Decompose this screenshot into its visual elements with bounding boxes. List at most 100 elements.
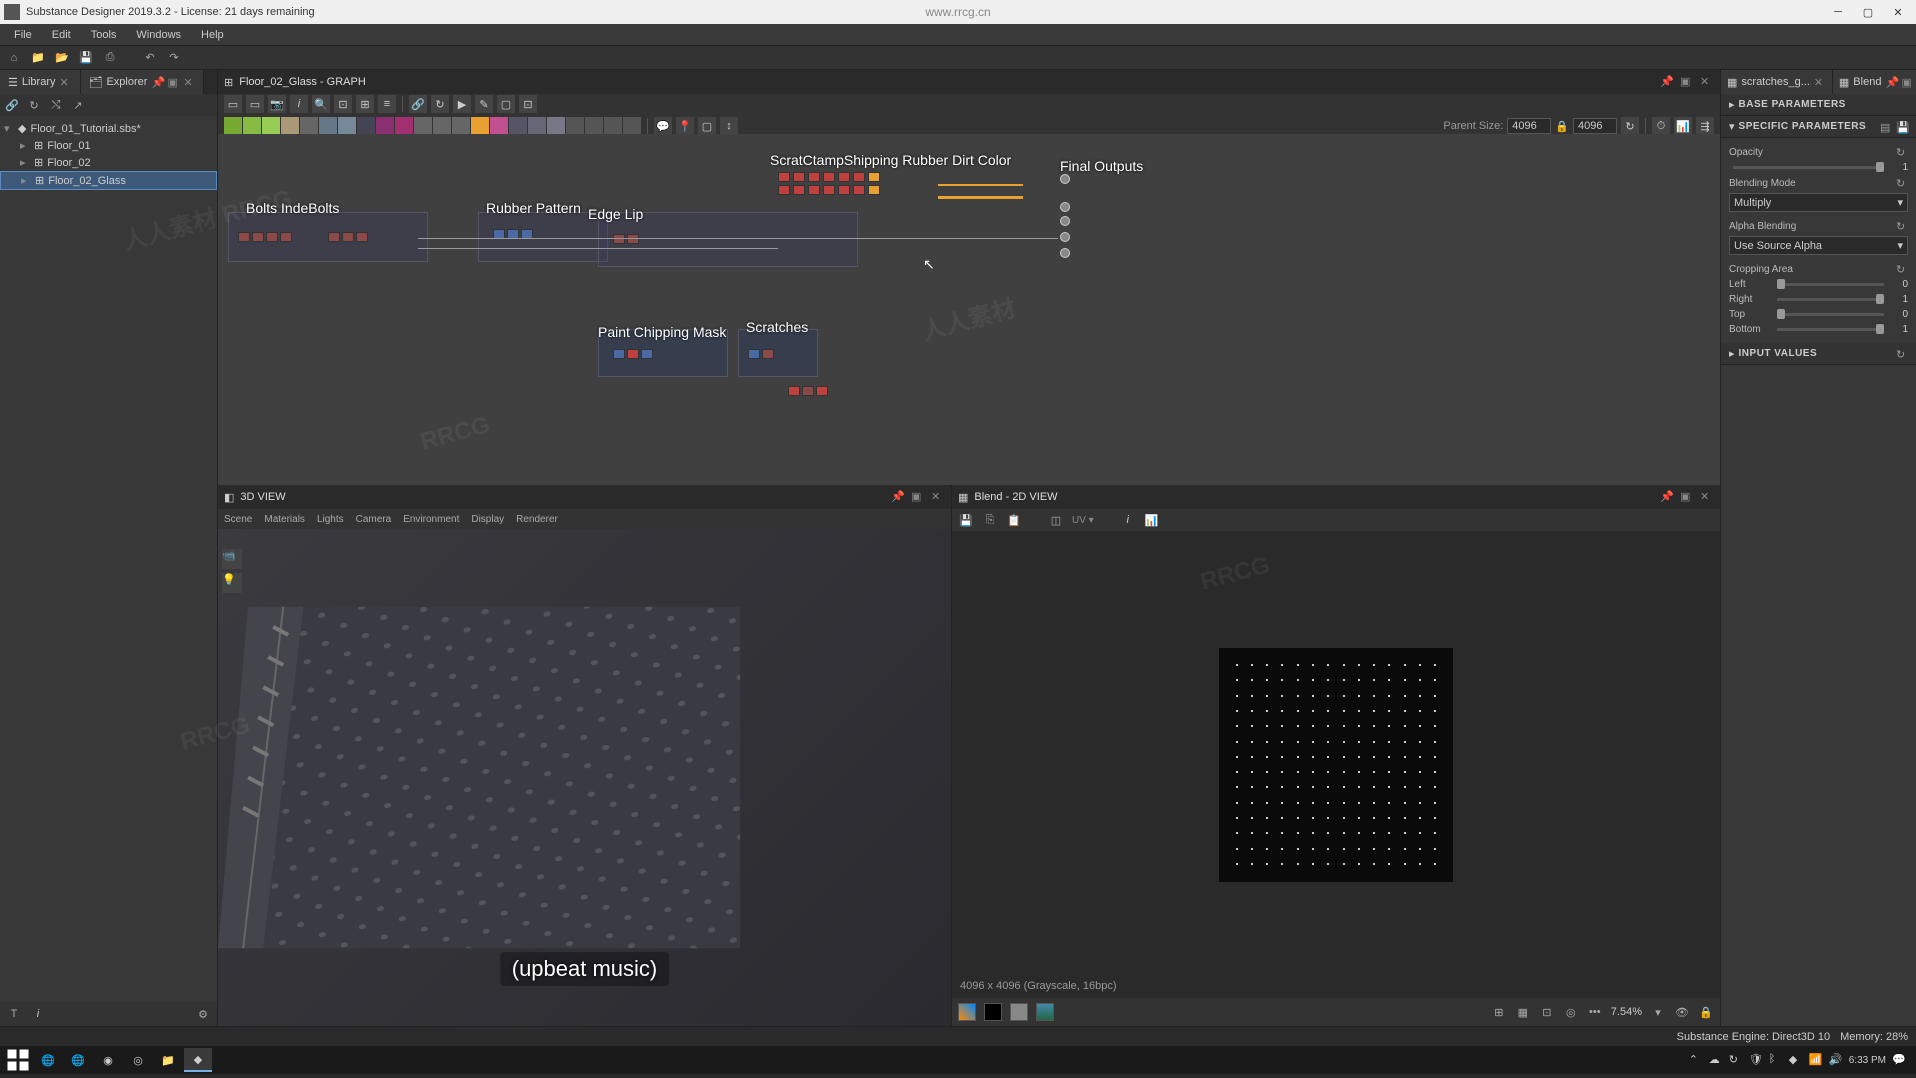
crop-top-slider[interactable]: [1777, 313, 1884, 316]
repeat-icon[interactable]: •••: [1587, 1004, 1603, 1020]
palette-output[interactable]: [547, 117, 565, 135]
library-tab[interactable]: ☰ Library ✕: [0, 70, 81, 94]
menu-tools[interactable]: Tools: [81, 27, 127, 43]
menu-windows[interactable]: Windows: [126, 27, 191, 43]
tray-vol-icon[interactable]: 🔊: [1829, 1053, 1843, 1067]
close-tab[interactable]: ✕: [1814, 76, 1826, 89]
open-icon[interactable]: 📁: [30, 50, 46, 66]
tray-up-icon[interactable]: ⌃: [1689, 1053, 1703, 1067]
pin-icon[interactable]: 📌: [1660, 490, 1674, 504]
tray-net-icon[interactable]: 📶: [1809, 1053, 1823, 1067]
fit-icon[interactable]: ⊡: [334, 95, 352, 113]
zoom-icon[interactable]: 🔍: [312, 95, 330, 113]
parent-height-input[interactable]: [1573, 118, 1617, 134]
comment-icon[interactable]: 💬: [654, 117, 672, 135]
palette-misc1[interactable]: [566, 117, 584, 135]
info-icon[interactable]: i: [290, 95, 308, 113]
pin2-icon[interactable]: 📍: [676, 117, 694, 135]
split-icon[interactable]: ◫: [1048, 512, 1064, 528]
preset-icon[interactable]: ▤: [1880, 121, 1892, 133]
task-chrome[interactable]: 🌐: [34, 1048, 62, 1072]
swatch-black[interactable]: [984, 1003, 1002, 1021]
opacity-slider[interactable]: [1733, 166, 1884, 169]
menu-file[interactable]: File: [4, 27, 42, 43]
view3d-viewport[interactable]: 📹 💡 (upbeat music): [218, 529, 951, 1026]
palette-warp[interactable]: [433, 117, 451, 135]
redo-icon[interactable]: ↷: [166, 50, 182, 66]
palette-channel[interactable]: [357, 117, 375, 135]
menu-lights[interactable]: Lights: [317, 514, 344, 525]
pen-icon[interactable]: ✎: [475, 95, 493, 113]
home-icon[interactable]: ⌂: [6, 50, 22, 66]
tray-cloud-icon[interactable]: ☁: [1709, 1053, 1723, 1067]
portal-icon[interactable]: ↕: [720, 117, 738, 135]
task-app2[interactable]: ◎: [124, 1048, 152, 1072]
popout-icon[interactable]: ▣: [1680, 75, 1694, 89]
palette-generator[interactable]: [243, 117, 261, 135]
tree-root[interactable]: ▾ ◆ Floor_01_Tutorial.sbs*: [0, 120, 217, 137]
select2-icon[interactable]: ▭: [246, 95, 264, 113]
grid-icon[interactable]: ⊞: [356, 95, 374, 113]
undo-icon[interactable]: ↶: [142, 50, 158, 66]
link-icon[interactable]: 🔗: [4, 97, 20, 113]
close-button[interactable]: ✕: [1884, 2, 1912, 22]
node-group[interactable]: [788, 386, 828, 396]
task-substance[interactable]: ◆: [184, 1048, 212, 1072]
swatch-env[interactable]: [1036, 1003, 1054, 1021]
palette-filter[interactable]: [281, 117, 299, 135]
output-node[interactable]: [1060, 232, 1070, 242]
reset-icon[interactable]: ↻: [1896, 220, 1908, 232]
swatch-gray[interactable]: [1010, 1003, 1028, 1021]
palette-misc4[interactable]: [623, 117, 641, 135]
menu-edit[interactable]: Edit: [42, 27, 81, 43]
dropdown-icon[interactable]: ▾: [1650, 1004, 1666, 1020]
pin-icon[interactable]: 📌: [1660, 75, 1674, 89]
menu-scene[interactable]: Scene: [224, 514, 252, 525]
palette-fx[interactable]: [395, 117, 413, 135]
frame2-icon[interactable]: ▢: [698, 117, 716, 135]
tree-item-floor01[interactable]: ▸ ⊞ Floor_01: [0, 137, 217, 154]
node-group[interactable]: [328, 232, 368, 242]
link-icon[interactable]: 🔗: [409, 95, 427, 113]
channels-icon[interactable]: [958, 1003, 976, 1021]
node-group-color[interactable]: [778, 172, 880, 195]
grid-icon[interactable]: ⊞: [1491, 1004, 1507, 1020]
save-image-icon[interactable]: 💾: [958, 512, 974, 528]
save-icon[interactable]: 💾: [78, 50, 94, 66]
expand-icon[interactable]: ▸: [20, 139, 30, 152]
expand-icon[interactable]: ▾: [4, 122, 14, 135]
save-preset-icon[interactable]: 💾: [1896, 121, 1908, 133]
view2d-viewport[interactable]: 4096 x 4096 (Grayscale, 16bpc): [952, 531, 1720, 998]
reset-icon[interactable]: ↻: [1896, 177, 1908, 189]
crop-left-slider[interactable]: [1777, 283, 1884, 286]
popout-icon[interactable]: ▣: [911, 490, 925, 504]
fit-icon[interactable]: ⊡: [1539, 1004, 1555, 1020]
palette-svg[interactable]: [376, 117, 394, 135]
output-node[interactable]: [1060, 248, 1070, 258]
expand-icon[interactable]: ▸: [21, 174, 31, 187]
lock-icon[interactable]: 🔒: [1698, 1004, 1714, 1020]
pin-explorer-tab[interactable]: 📌: [151, 76, 163, 89]
menu-help[interactable]: Help: [191, 27, 234, 43]
reset-icon[interactable]: ↻: [1896, 146, 1908, 158]
start-button[interactable]: [4, 1048, 32, 1072]
reset-icon[interactable]: ↻: [1896, 263, 1908, 275]
node-group[interactable]: [613, 234, 639, 244]
task-app1[interactable]: ◉: [94, 1048, 122, 1072]
crop-right-slider[interactable]: [1777, 298, 1884, 301]
section-input-values[interactable]: ▸ INPUT VALUES ↻: [1721, 343, 1916, 365]
alpha-dropdown[interactable]: Use Source Alpha ▾: [1729, 236, 1908, 255]
task-folder[interactable]: 📁: [154, 1048, 182, 1072]
tab-blend[interactable]: ▦ Blend 📌 ▣ ✕: [1833, 70, 1916, 94]
menu-display[interactable]: Display: [471, 514, 504, 525]
palette-transform[interactable]: [338, 117, 356, 135]
menu-materials[interactable]: Materials: [264, 514, 305, 525]
shuffle-icon[interactable]: ⤭: [48, 97, 64, 113]
close-explorer-tab[interactable]: ✕: [183, 76, 195, 89]
italic-icon[interactable]: i: [30, 1006, 46, 1022]
paste-icon[interactable]: 📋: [1006, 512, 1022, 528]
menu-renderer[interactable]: Renderer: [516, 514, 558, 525]
crop-icon[interactable]: ⊡: [519, 95, 537, 113]
copy-icon[interactable]: ⎘: [982, 512, 998, 528]
close-icon[interactable]: ✕: [1700, 75, 1714, 89]
